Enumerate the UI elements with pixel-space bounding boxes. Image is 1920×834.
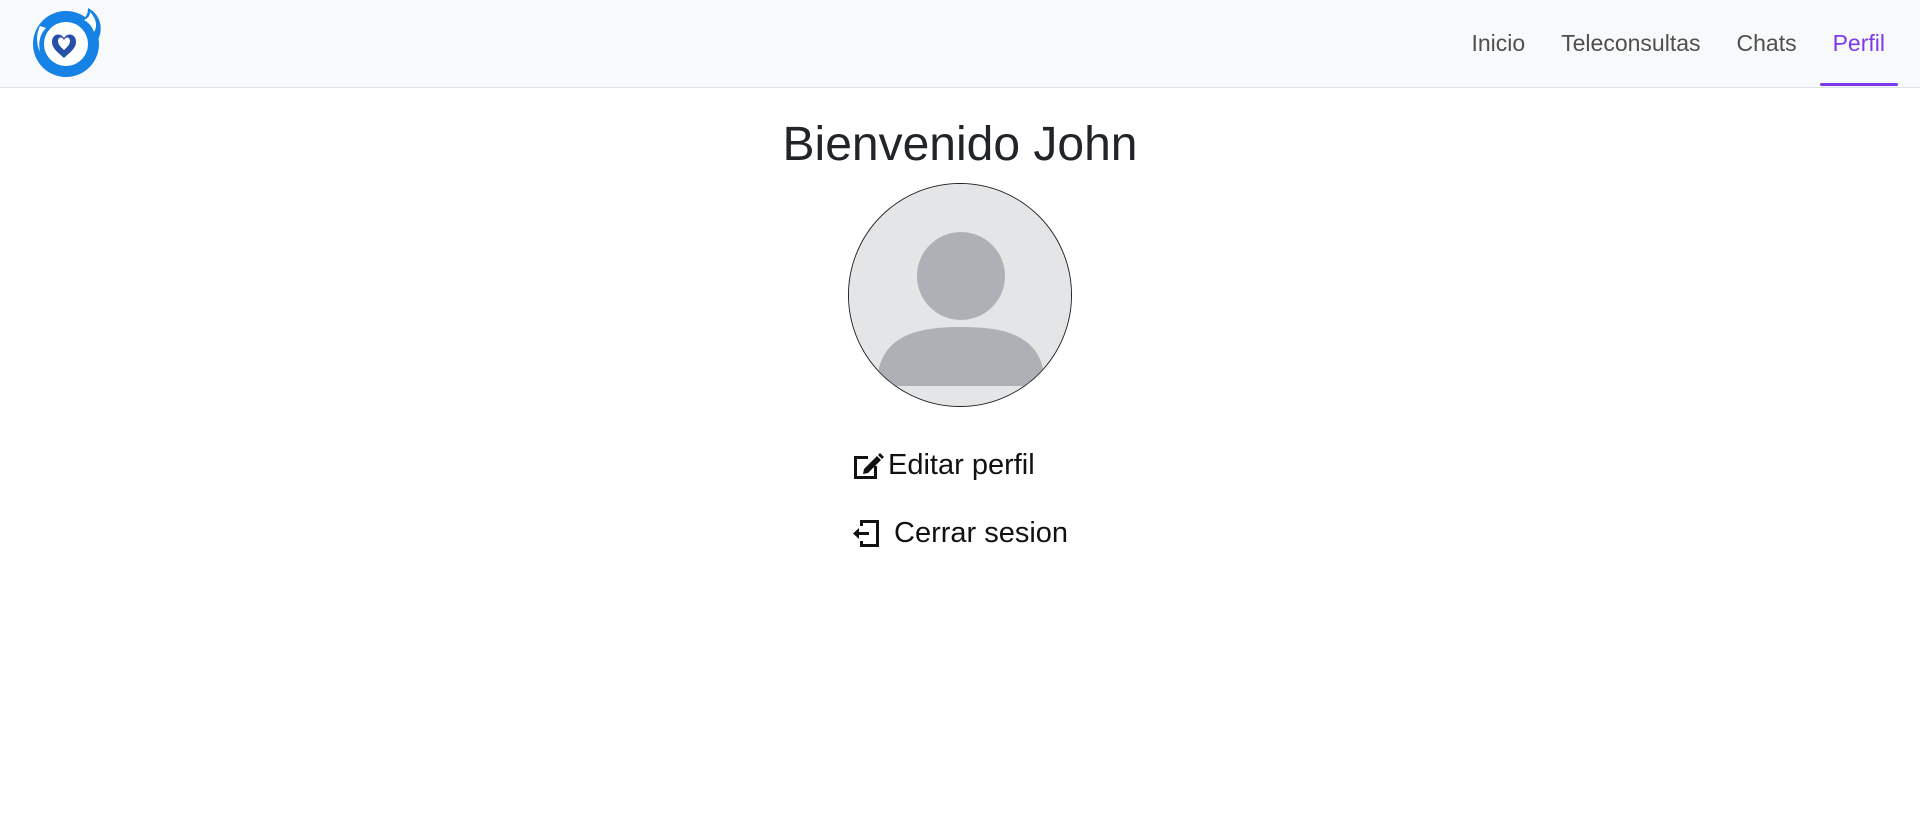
- logout-button[interactable]: Cerrar sesion: [850, 516, 1068, 550]
- logout-label: Cerrar sesion: [894, 516, 1069, 549]
- user-avatar-icon: [849, 184, 1071, 406]
- nav-link-chats[interactable]: Chats: [1724, 0, 1810, 87]
- nav-links: Inicio Teleconsultas Chats Perfil: [1448, 0, 1899, 87]
- nav-link-teleconsultas[interactable]: Teleconsultas: [1548, 0, 1713, 87]
- nav-link-inicio[interactable]: Inicio: [1458, 0, 1538, 87]
- edit-profile-button[interactable]: Editar perfil: [850, 448, 1035, 482]
- profile-page: Bienvenido John Editar perfil Cerrar ses…: [0, 88, 1920, 549]
- welcome-heading: Bienvenido John: [782, 118, 1138, 171]
- top-navbar: Inicio Teleconsultas Chats Perfil: [0, 0, 1920, 88]
- logout-icon: [850, 516, 884, 550]
- avatar: [848, 183, 1072, 407]
- edit-icon: [850, 448, 884, 482]
- edit-profile-label: Editar perfil: [888, 448, 1035, 481]
- app-logo[interactable]: [28, 4, 108, 80]
- nav-link-perfil[interactable]: Perfil: [1819, 0, 1899, 87]
